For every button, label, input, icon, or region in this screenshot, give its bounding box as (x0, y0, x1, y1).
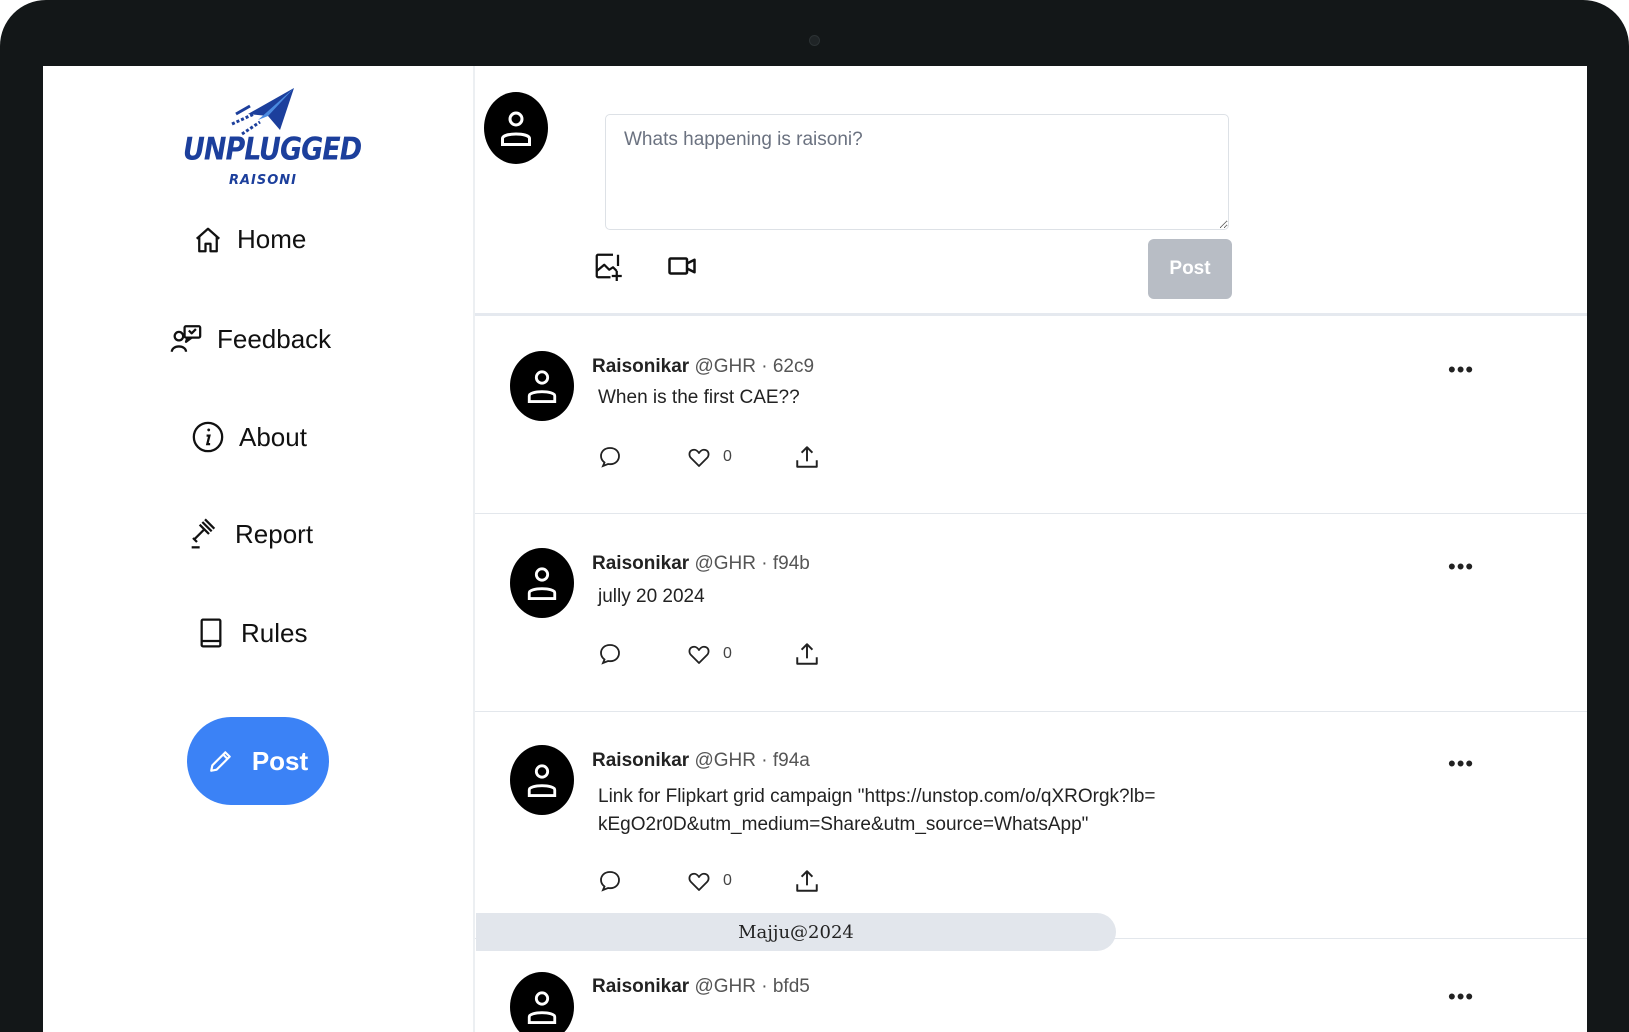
more-options-icon[interactable]: ••• (1448, 986, 1474, 1008)
like-button[interactable]: 0 (687, 642, 732, 666)
post-id: f94a (772, 750, 810, 771)
post-id: bfd5 (772, 976, 810, 997)
book-icon (200, 618, 222, 648)
post-meta: Raisonikar @GHR · f94a (592, 750, 810, 771)
post-item[interactable]: Raisonikar @GHR · f94b ••• jully 20 2024… (475, 548, 1587, 708)
sidebar-item-about[interactable]: About (191, 420, 307, 454)
user-icon (527, 370, 557, 403)
add-image-icon (595, 253, 622, 281)
post-actions: 0 (598, 868, 820, 894)
post-meta: Raisonikar @GHR · f94b (592, 553, 810, 574)
brand-subtitle: RAISONI (228, 173, 298, 188)
share-button[interactable] (794, 641, 820, 667)
post-item[interactable]: Raisonikar @GHR · f94a ••• Link for Flip… (475, 745, 1587, 915)
sidebar-item-label: Feedback (217, 323, 332, 354)
gavel-icon (191, 518, 216, 549)
post-item[interactable]: Raisonikar @GHR · bfd5 ••• (475, 972, 1587, 1032)
comment-icon (600, 644, 620, 665)
post-author: Raisonikar (592, 976, 690, 997)
share-icon (796, 870, 818, 892)
share-button[interactable] (794, 444, 820, 470)
app-screen: UNPLUGGED RAISONI Home Feedback About Re… (43, 66, 1587, 1032)
more-options-icon[interactable]: ••• (1448, 556, 1474, 578)
post-meta: Raisonikar @GHR · 62c9 (592, 356, 815, 377)
post-handle: @GHR (694, 976, 756, 997)
user-icon (501, 111, 531, 146)
post-avatar (510, 548, 574, 618)
composer-avatar (484, 92, 548, 164)
feedback-icon (170, 325, 202, 353)
post-author: Raisonikar (592, 750, 690, 771)
more-options-icon[interactable]: ••• (1448, 753, 1474, 775)
heart-icon (688, 872, 710, 891)
share-icon (796, 446, 818, 468)
add-image-button[interactable] (593, 251, 623, 286)
composer-post-button[interactable]: Post (1148, 239, 1232, 299)
sidebar-item-home[interactable]: Home (193, 224, 306, 255)
composer-input[interactable] (605, 114, 1229, 230)
post-actions: 0 (598, 641, 820, 667)
add-video-button[interactable] (667, 251, 697, 286)
post-author: Raisonikar (592, 356, 690, 377)
rocket-icon (231, 88, 294, 136)
sidebar: UNPLUGGED RAISONI Home Feedback About Re… (43, 66, 475, 1032)
like-button[interactable]: 0 (687, 445, 732, 469)
like-button[interactable]: 0 (687, 869, 732, 893)
brand-logo[interactable]: UNPLUGGED RAISONI (183, 84, 362, 194)
post-item[interactable]: Raisonikar @GHR · 62c9 ••• When is the f… (475, 351, 1587, 511)
post-id: f94b (772, 553, 810, 574)
sidebar-item-label: Rules (241, 617, 308, 648)
post-id: 62c9 (772, 356, 815, 377)
post-text: jully 20 2024 (598, 586, 705, 607)
comment-icon (600, 447, 620, 468)
sidebar-item-report[interactable]: Report (189, 518, 313, 550)
heart-icon (688, 448, 710, 467)
comment-icon (600, 871, 620, 892)
divider (475, 513, 1587, 514)
sidebar-item-label: About (239, 421, 307, 452)
like-count: 0 (723, 645, 732, 662)
username-toast: Majju@2024 (476, 913, 1116, 951)
post-text: When is the first CAE?? (598, 387, 800, 408)
sidebar-post-label: Post (251, 745, 309, 776)
like-count: 0 (723, 448, 732, 465)
home-icon (196, 227, 220, 252)
brand-wordmark: UNPLUGGED (183, 131, 362, 168)
video-icon (668, 257, 696, 275)
sidebar-item-label: Report (235, 518, 314, 549)
share-icon (796, 643, 818, 665)
like-count: 0 (723, 872, 732, 889)
divider (475, 711, 1587, 712)
post-author: Raisonikar (592, 553, 690, 574)
post-avatar (510, 745, 574, 815)
pencil-icon (209, 751, 231, 772)
camera-dot (809, 35, 820, 46)
post-meta: Raisonikar @GHR · bfd5 (592, 976, 810, 997)
info-icon (192, 421, 224, 453)
user-icon (527, 764, 557, 797)
user-icon (527, 991, 557, 1024)
more-options-icon[interactable]: ••• (1448, 359, 1474, 381)
post-handle: @GHR (694, 750, 756, 771)
post-actions: 0 (598, 444, 820, 470)
divider (475, 313, 1587, 316)
sidebar-item-feedback[interactable]: Feedback (169, 322, 331, 356)
heart-icon (688, 645, 710, 664)
reply-button[interactable] (598, 445, 622, 469)
post-text: Link for Flipkart grid campaign "https:/… (598, 786, 1156, 835)
post-handle: @GHR (694, 553, 756, 574)
device-frame: UNPLUGGED RAISONI Home Feedback About Re… (0, 0, 1629, 1032)
reply-button[interactable] (598, 642, 622, 666)
post-avatar (510, 351, 574, 421)
sidebar-item-rules[interactable]: Rules (195, 616, 307, 650)
reply-button[interactable] (598, 869, 622, 893)
post-handle: @GHR (694, 356, 756, 377)
post-avatar (510, 972, 574, 1032)
sidebar-item-label: Home (237, 224, 307, 254)
user-icon (527, 567, 557, 600)
sidebar-post-button[interactable]: Post (187, 717, 329, 805)
share-button[interactable] (794, 868, 820, 894)
